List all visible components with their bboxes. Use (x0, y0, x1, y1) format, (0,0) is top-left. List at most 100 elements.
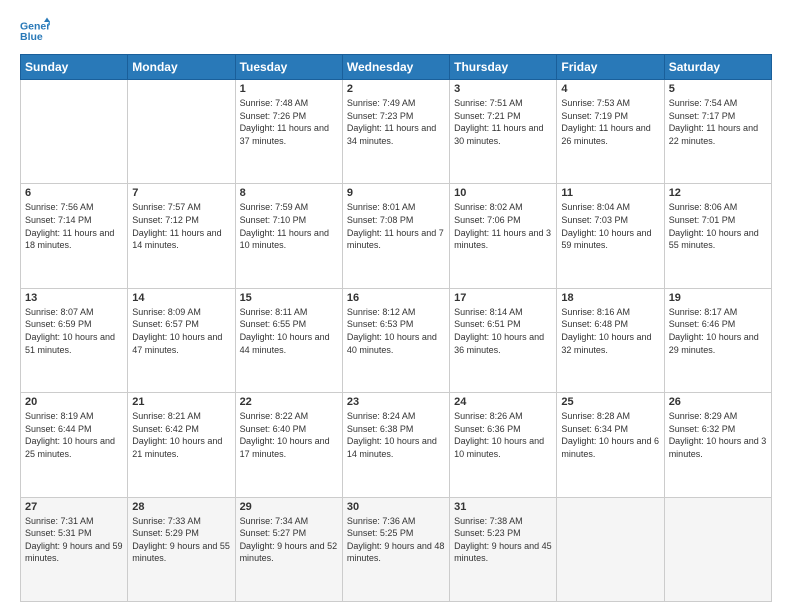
cell-info: Sunrise: 7:49 AMSunset: 7:23 PMDaylight:… (347, 97, 445, 147)
day-number: 18 (561, 292, 659, 304)
day-number: 9 (347, 187, 445, 199)
calendar-cell: 1 Sunrise: 7:48 AMSunset: 7:26 PMDaylight… (235, 80, 342, 184)
day-number: 23 (347, 396, 445, 408)
calendar-cell: 18 Sunrise: 8:16 AMSunset: 6:48 PMDayligh… (557, 288, 664, 392)
calendar-cell (128, 80, 235, 184)
calendar-week-row: 13 Sunrise: 8:07 AMSunset: 6:59 PMDayligh… (21, 288, 772, 392)
day-number: 11 (561, 187, 659, 199)
calendar-cell: 3 Sunrise: 7:51 AMSunset: 7:21 PMDaylight… (450, 80, 557, 184)
header-row: SundayMondayTuesdayWednesdayThursdayFrid… (21, 55, 772, 80)
day-number: 15 (240, 292, 338, 304)
calendar-cell: 11 Sunrise: 8:04 AMSunset: 7:03 PMDayligh… (557, 184, 664, 288)
day-number: 17 (454, 292, 552, 304)
page: General Blue SundayMondayTuesdayWednesda… (0, 0, 792, 612)
day-number: 2 (347, 83, 445, 95)
calendar-cell: 24 Sunrise: 8:26 AMSunset: 6:36 PMDayligh… (450, 393, 557, 497)
day-number: 7 (132, 187, 230, 199)
calendar-week-row: 6 Sunrise: 7:56 AMSunset: 7:14 PMDaylight… (21, 184, 772, 288)
calendar-cell: 8Sunrise: 7:59 AMSunset: 7:10 PMDaylight… (235, 184, 342, 288)
calendar-header: SundayMondayTuesdayWednesdayThursdayFrid… (21, 55, 772, 80)
day-number: 6 (25, 187, 123, 199)
calendar-cell: 23 Sunrise: 8:24 AMSunset: 6:38 PMDayligh… (342, 393, 449, 497)
calendar-cell (557, 497, 664, 601)
cell-info: Sunrise: 7:53 AMSunset: 7:19 PMDaylight:… (561, 97, 659, 147)
calendar-cell: 14 Sunrise: 8:09 AMSunset: 6:57 PMDayligh… (128, 288, 235, 392)
calendar-cell: 7 Sunrise: 7:57 AMSunset: 7:12 PMDaylight… (128, 184, 235, 288)
day-number: 28 (132, 501, 230, 513)
cell-info: Sunrise: 8:26 AMSunset: 6:36 PMDaylight:… (454, 410, 552, 460)
calendar-cell: 5Sunrise: 7:54 AMSunset: 7:17 PMDaylight… (664, 80, 771, 184)
day-number: 31 (454, 501, 552, 513)
calendar-cell: 22 Sunrise: 8:22 AMSunset: 6:40 PMDayligh… (235, 393, 342, 497)
calendar-cell: 28 Sunrise: 7:33 AMSunset: 5:29 PMDayligh… (128, 497, 235, 601)
cell-info: Sunrise: 8:09 AMSunset: 6:57 PMDaylight:… (132, 306, 230, 356)
day-number: 4 (561, 83, 659, 95)
calendar-cell: 30 Sunrise: 7:36 AMSunset: 5:25 PMDayligh… (342, 497, 449, 601)
day-number: 30 (347, 501, 445, 513)
calendar-cell: 15 Sunrise: 8:11 AMSunset: 6:55 PMDayligh… (235, 288, 342, 392)
cell-info: Sunrise: 8:22 AMSunset: 6:40 PMDaylight:… (240, 410, 338, 460)
calendar-week-row: 1 Sunrise: 7:48 AMSunset: 7:26 PMDaylight… (21, 80, 772, 184)
day-number: 22 (240, 396, 338, 408)
calendar-cell: 16 Sunrise: 8:12 AMSunset: 6:53 PMDayligh… (342, 288, 449, 392)
cell-info: Sunrise: 7:48 AMSunset: 7:26 PMDaylight:… (240, 97, 338, 147)
cell-info: Sunrise: 7:36 AMSunset: 5:25 PMDaylight:… (347, 515, 445, 565)
day-number: 3 (454, 83, 552, 95)
calendar-week-row: 27 Sunrise: 7:31 AMSunset: 5:31 PMDayligh… (21, 497, 772, 601)
logo: General Blue (20, 16, 54, 46)
cell-info: Sunrise: 8:28 AMSunset: 6:34 PMDaylight:… (561, 410, 659, 460)
cell-info: Sunrise: 8:29 AMSunset: 6:32 PMDaylight:… (669, 410, 767, 460)
cell-info: Sunrise: 7:51 AMSunset: 7:21 PMDaylight:… (454, 97, 552, 147)
day-number: 14 (132, 292, 230, 304)
calendar-cell: 31 Sunrise: 7:38 AMSunset: 5:23 PMDayligh… (450, 497, 557, 601)
weekday-header: Thursday (450, 55, 557, 80)
day-number: 29 (240, 501, 338, 513)
cell-info: Sunrise: 8:16 AMSunset: 6:48 PMDaylight:… (561, 306, 659, 356)
cell-info: Sunrise: 7:31 AMSunset: 5:31 PMDaylight:… (25, 515, 123, 565)
cell-info: Sunrise: 7:33 AMSunset: 5:29 PMDaylight:… (132, 515, 230, 565)
cell-info: Sunrise: 8:14 AMSunset: 6:51 PMDaylight:… (454, 306, 552, 356)
calendar-cell: 26 Sunrise: 8:29 AMSunset: 6:32 PMDayligh… (664, 393, 771, 497)
day-number: 12 (669, 187, 767, 199)
calendar-cell: 6 Sunrise: 7:56 AMSunset: 7:14 PMDaylight… (21, 184, 128, 288)
cell-info: Sunrise: 8:01 AMSunset: 7:08 PMDaylight:… (347, 201, 445, 251)
header: General Blue (20, 16, 772, 46)
calendar-cell: 10 Sunrise: 8:02 AMSunset: 7:06 PMDayligh… (450, 184, 557, 288)
weekday-header: Wednesday (342, 55, 449, 80)
day-number: 26 (669, 396, 767, 408)
calendar-cell: 17 Sunrise: 8:14 AMSunset: 6:51 PMDayligh… (450, 288, 557, 392)
weekday-header: Friday (557, 55, 664, 80)
cell-info: Sunrise: 8:19 AMSunset: 6:44 PMDaylight:… (25, 410, 123, 460)
calendar-week-row: 20Sunrise: 8:19 AMSunset: 6:44 PMDayligh… (21, 393, 772, 497)
calendar-cell: 29Sunrise: 7:34 AMSunset: 5:27 PMDayligh… (235, 497, 342, 601)
calendar-body: 1 Sunrise: 7:48 AMSunset: 7:26 PMDaylight… (21, 80, 772, 602)
calendar-cell: 13 Sunrise: 8:07 AMSunset: 6:59 PMDayligh… (21, 288, 128, 392)
cell-info: Sunrise: 8:24 AMSunset: 6:38 PMDaylight:… (347, 410, 445, 460)
weekday-header: Tuesday (235, 55, 342, 80)
day-number: 13 (25, 292, 123, 304)
calendar-cell: 9 Sunrise: 8:01 AMSunset: 7:08 PMDaylight… (342, 184, 449, 288)
cell-info: Sunrise: 8:07 AMSunset: 6:59 PMDaylight:… (25, 306, 123, 356)
day-number: 24 (454, 396, 552, 408)
cell-info: Sunrise: 8:02 AMSunset: 7:06 PMDaylight:… (454, 201, 552, 251)
cell-info: Sunrise: 8:11 AMSunset: 6:55 PMDaylight:… (240, 306, 338, 356)
calendar-cell: 19Sunrise: 8:17 AMSunset: 6:46 PMDayligh… (664, 288, 771, 392)
calendar-cell: 20Sunrise: 8:19 AMSunset: 6:44 PMDayligh… (21, 393, 128, 497)
calendar-cell: 12Sunrise: 8:06 AMSunset: 7:01 PMDayligh… (664, 184, 771, 288)
cell-info: Sunrise: 7:59 AMSunset: 7:10 PMDaylight:… (240, 201, 338, 251)
weekday-header: Sunday (21, 55, 128, 80)
weekday-header: Saturday (664, 55, 771, 80)
cell-info: Sunrise: 7:56 AMSunset: 7:14 PMDaylight:… (25, 201, 123, 251)
day-number: 19 (669, 292, 767, 304)
day-number: 10 (454, 187, 552, 199)
cell-info: Sunrise: 7:38 AMSunset: 5:23 PMDaylight:… (454, 515, 552, 565)
cell-info: Sunrise: 7:57 AMSunset: 7:12 PMDaylight:… (132, 201, 230, 251)
cell-info: Sunrise: 8:21 AMSunset: 6:42 PMDaylight:… (132, 410, 230, 460)
logo-icon: General Blue (20, 16, 50, 46)
cell-info: Sunrise: 8:12 AMSunset: 6:53 PMDaylight:… (347, 306, 445, 356)
day-number: 1 (240, 83, 338, 95)
day-number: 27 (25, 501, 123, 513)
cell-info: Sunrise: 8:04 AMSunset: 7:03 PMDaylight:… (561, 201, 659, 251)
svg-text:Blue: Blue (20, 31, 43, 43)
day-number: 16 (347, 292, 445, 304)
